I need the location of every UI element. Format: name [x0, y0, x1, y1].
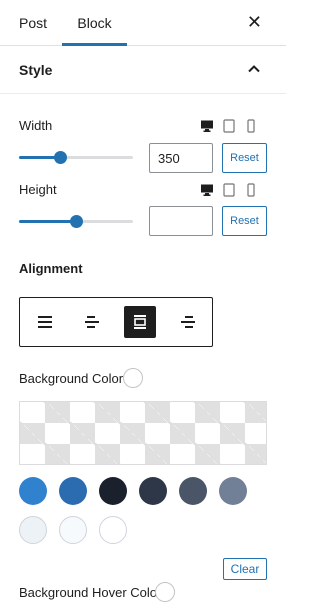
align-center-button[interactable]: [124, 306, 156, 338]
sidebar-tabs: Post Block ✕: [0, 0, 286, 46]
width-device-switcher: [200, 119, 258, 133]
background-color-label: Background Color: [19, 370, 124, 386]
color-swatch[interactable]: [19, 516, 47, 544]
background-hover-color-row: Background Hover Color: [19, 582, 176, 602]
align-left-button[interactable]: [29, 306, 61, 338]
background-hover-color-label: Background Hover Color: [19, 584, 162, 600]
width-input[interactable]: 350: [149, 143, 213, 173]
background-color-indicator[interactable]: [123, 368, 144, 388]
background-color-row: Background Color: [19, 368, 144, 388]
height-label: Height: [19, 182, 57, 197]
mobile-icon[interactable]: [244, 183, 258, 197]
color-swatch[interactable]: [99, 516, 127, 544]
color-swatch[interactable]: [59, 477, 87, 505]
clear-button[interactable]: Clear: [223, 558, 267, 580]
background-hover-color-indicator[interactable]: [155, 582, 176, 602]
desktop-icon[interactable]: [200, 119, 214, 133]
color-preview-transparent[interactable]: [19, 401, 267, 465]
align-center-left-icon: [85, 316, 99, 328]
height-device-switcher: [200, 183, 258, 197]
height-slider-thumb[interactable]: [70, 215, 83, 228]
height-slider[interactable]: [19, 214, 133, 228]
color-swatch[interactable]: [139, 477, 167, 505]
chevron-up-icon[interactable]: [244, 59, 264, 79]
color-swatch[interactable]: [179, 477, 207, 505]
align-left-icon: [38, 316, 52, 328]
width-label: Width: [19, 118, 53, 133]
tab-post[interactable]: Post: [19, 0, 47, 46]
color-swatch[interactable]: [59, 516, 87, 544]
align-center-icon: [134, 315, 146, 329]
tablet-icon[interactable]: [222, 183, 236, 197]
alignment-label: Alignment: [19, 261, 83, 276]
alignment-toolbar: [19, 297, 213, 347]
section-title: Style: [19, 62, 53, 78]
align-center-left-button[interactable]: [76, 306, 108, 338]
width-slider-thumb[interactable]: [54, 151, 67, 164]
width-reset-button[interactable]: Reset: [222, 143, 267, 173]
color-swatch[interactable]: [99, 477, 127, 505]
tablet-icon[interactable]: [222, 119, 236, 133]
width-slider[interactable]: [19, 150, 133, 164]
tab-block[interactable]: Block: [62, 0, 127, 46]
style-panel-header[interactable]: Style: [0, 47, 286, 94]
height-input[interactable]: [149, 206, 213, 236]
align-right-button[interactable]: [172, 306, 204, 338]
desktop-icon[interactable]: [200, 183, 214, 197]
align-right-icon: [181, 316, 195, 328]
height-reset-button[interactable]: Reset: [222, 206, 267, 236]
mobile-icon[interactable]: [244, 119, 258, 133]
active-tab-indicator: [62, 43, 127, 46]
color-swatch[interactable]: [219, 477, 247, 505]
color-swatch[interactable]: [19, 477, 47, 505]
close-icon[interactable]: ✕: [247, 12, 262, 32]
